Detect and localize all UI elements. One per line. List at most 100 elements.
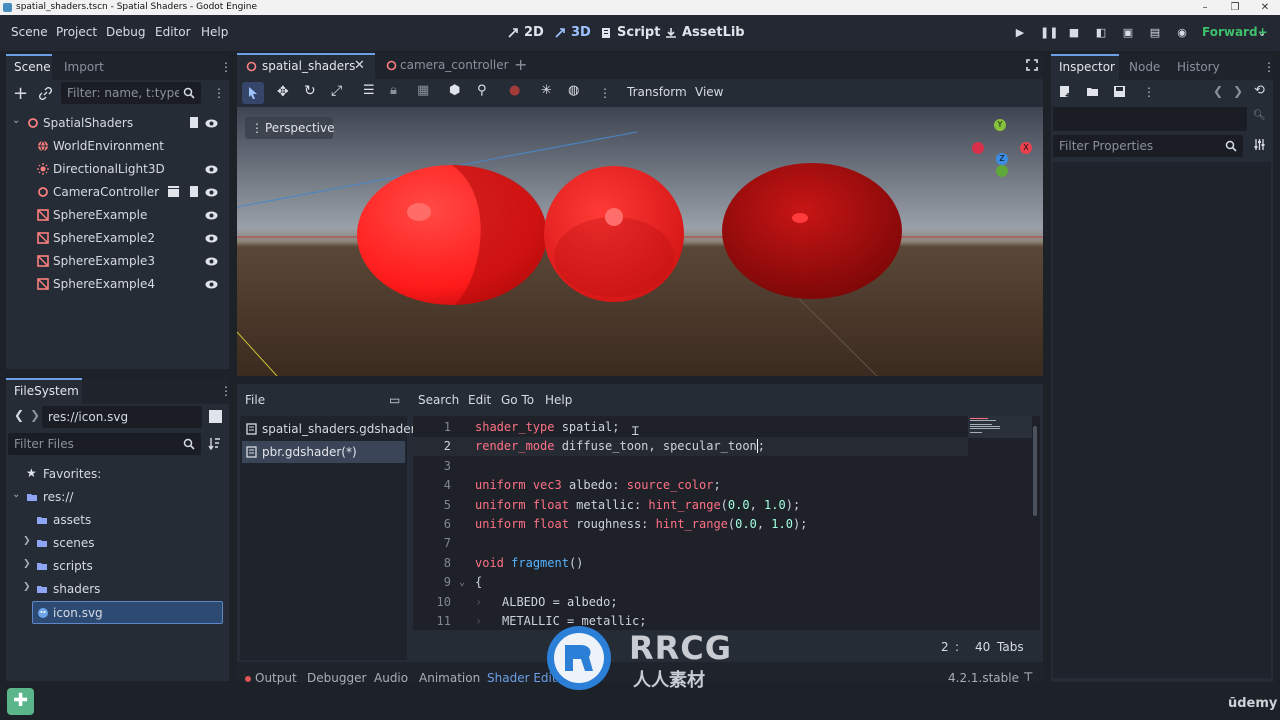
inspector-menu-icon[interactable]: ⋮ [1263,60,1275,74]
back-arrow-icon[interactable]: ❮ [14,408,24,422]
3d-viewport[interactable]: ⋮ Perspective Y X Z [237,107,1043,376]
inspector-settings-icon[interactable] [1253,138,1266,151]
view-menu[interactable]: View [695,85,723,99]
script-attached-icon[interactable] [189,116,200,129]
menu-debug[interactable]: Debug [106,25,145,39]
gizmo-y-axis[interactable]: Y [994,119,1006,131]
filesystem-menu-icon[interactable]: ⋮ [220,384,232,398]
res-root-row[interactable]: ⌄ res:// [6,486,226,509]
play-custom-scene-icon[interactable]: ▤ [1148,26,1162,40]
pause-icon[interactable]: ❚❚ [1040,26,1058,40]
bottom-tab-animation[interactable]: Animation [419,671,480,685]
collapse-arrow-icon[interactable]: ⌄ [12,489,20,500]
script-attached-icon[interactable] [189,185,200,198]
view-gizmo[interactable]: Y X Z [970,119,1036,179]
instance-scene-icon[interactable] [167,186,180,198]
gizmo-neg-x-dot[interactable] [972,142,984,154]
open-resource-icon[interactable] [1086,85,1099,98]
transform-menu[interactable]: Transform [627,85,687,99]
shader-menu-search[interactable]: Search [418,393,459,407]
forward-arrow-icon[interactable]: ❯ [30,408,40,422]
open-docs-icon[interactable]: 🔍︎ [1253,110,1266,121]
tree-row-sphereexample2[interactable]: SphereExample2 [6,227,226,250]
history-forward-icon[interactable]: ❯ [1233,84,1243,98]
menu-editor[interactable]: Editor [155,25,191,39]
play-project-icon[interactable]: ▶ [1013,26,1027,40]
scene-filter-input[interactable]: Filter: name, t:type, g [61,82,201,104]
scene-filter-menu-icon[interactable]: ⋮ [213,86,225,100]
object-history-icon[interactable]: ⟲ [1254,83,1265,98]
tab-history[interactable]: History [1169,54,1228,80]
tab-filesystem[interactable]: FileSystem [6,378,82,404]
maximize-button[interactable]: ❐ [1220,0,1250,15]
fold-arrow-icon[interactable]: ⌄ [459,573,465,592]
scene-tab-spatial-shaders[interactable]: spatial_shaders ✕ [237,53,375,79]
visibility-eye-icon[interactable] [205,232,218,245]
filter-files-input[interactable]: Filter Files [8,433,201,455]
history-back-icon[interactable]: ❮ [1213,84,1223,98]
snap-icon[interactable]: ⚲ [477,83,487,98]
list-select-icon[interactable]: ☰ [363,83,375,98]
bottom-tab-output[interactable]: Output [255,671,297,685]
sun-toggle-icon[interactable]: ✳ [541,83,552,98]
tab-scene[interactable]: Scene [6,54,52,80]
tree-row-directionallight3d[interactable]: DirectionalLight3D [6,158,226,181]
visibility-eye-icon[interactable] [205,117,218,130]
shader-file-item-active[interactable]: pbr.gdshader(*) [242,441,405,463]
folder-row-scenes[interactable]: ❯ scenes [6,532,226,555]
expand-arrow-icon[interactable]: ❯ [23,559,31,569]
workspace-assetlib-button[interactable]: AssetLib [665,25,745,40]
menu-help[interactable]: Help [201,25,228,39]
code-minimap[interactable] [968,416,1032,438]
gizmo-neg-y-dot[interactable] [996,165,1008,177]
perspective-menu[interactable]: ⋮ Perspective [245,117,335,139]
add-shortcut-icon[interactable]: ✚ [7,688,34,715]
lock-icon[interactable]: 🔒︎ [390,83,397,98]
shader-menu-edit[interactable]: Edit [468,393,491,407]
tree-row-cameracontroller[interactable]: CameraController [6,181,226,204]
workspace-2d-button[interactable]: 2D [507,25,544,40]
new-resource-icon[interactable] [1059,85,1072,98]
gizmo-z-axis[interactable]: Z [996,153,1008,165]
indent-mode[interactable]: Tabs [997,640,1024,654]
close-tab-icon[interactable]: ✕ [354,58,365,73]
tab-import[interactable]: Import [56,54,112,80]
filter-properties-input[interactable]: Filter Properties [1053,135,1243,157]
gizmo-x-axis[interactable]: X [1020,142,1032,154]
path-field[interactable]: res://icon.svg [42,406,202,428]
toggle-files-panel-icon[interactable]: ▭ [389,393,400,407]
visibility-eye-icon[interactable] [205,278,218,291]
renderer-chevron-icon[interactable]: ⌄ [1255,26,1269,40]
group-icon[interactable]: ▦ [417,83,429,98]
expand-arrow-icon[interactable]: ❯ [23,582,31,592]
folder-row-shaders[interactable]: ❯ shaders [6,578,226,601]
expand-arrow-icon[interactable]: ❯ [23,536,31,546]
shader-menu-goto[interactable]: Go To [501,393,534,407]
toggle-split-icon[interactable] [209,410,222,423]
tree-row-sphereexample3[interactable]: SphereExample3 [6,250,226,273]
favorites-row[interactable]: ★ Favorites: [6,463,226,486]
visibility-eye-icon[interactable] [205,186,218,199]
menu-project[interactable]: Project [56,25,97,39]
folder-row-scripts[interactable]: ❯ scripts [6,555,226,578]
local-space-icon[interactable]: ⬢ [449,83,460,98]
environment-toggle-icon[interactable]: ◍ [568,83,579,98]
save-resource-icon[interactable] [1113,85,1126,98]
minimize-button[interactable]: – [1190,0,1220,15]
resource-menu-icon[interactable]: ⋮ [1143,85,1155,99]
file-row-icon-svg[interactable]: icon.svg [32,601,223,624]
menu-scene[interactable]: Scene [11,25,48,39]
visibility-eye-icon[interactable] [205,163,218,176]
workspace-script-button[interactable]: Script [600,25,660,40]
scene-dock-menu-icon[interactable]: ⋮ [220,60,232,74]
scale-mode-icon[interactable]: ⤢ [331,83,342,99]
sort-icon[interactable] [208,437,221,450]
select-mode-button[interactable] [242,82,264,104]
code-editor[interactable]: 1 shader_type spatial; 2 render_mode diffu… [413,416,1040,630]
folder-row-assets[interactable]: assets [6,509,226,532]
close-window-button[interactable]: ✕ [1250,0,1280,15]
inspector-path-bar[interactable] [1053,107,1247,131]
preview-settings-menu-icon[interactable]: ⋮ [599,86,611,100]
move-mode-icon[interactable]: ✥ [277,84,289,100]
link-icon[interactable] [39,87,52,100]
